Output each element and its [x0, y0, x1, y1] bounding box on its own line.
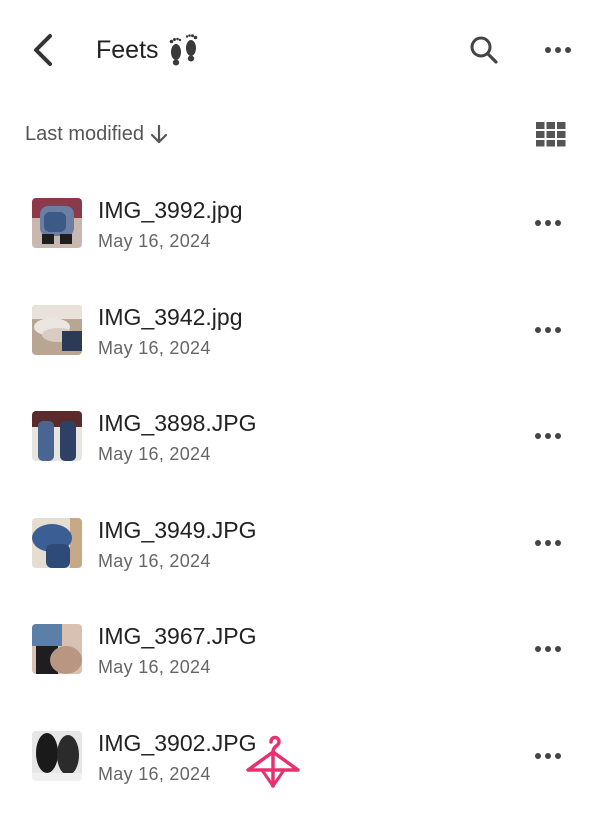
- sort-bar: Last modified: [0, 110, 600, 158]
- file-date: May 16, 2024: [98, 763, 211, 784]
- more-horizontal-icon: [535, 539, 561, 546]
- file-date: May 16, 2024: [98, 550, 211, 571]
- file-name: IMG_3992.jpg: [98, 197, 243, 223]
- grid-view-button[interactable]: [534, 120, 568, 148]
- more-horizontal-icon: [535, 433, 561, 439]
- file-thumbnail: [32, 411, 82, 461]
- more-horizontal-icon: [535, 326, 561, 333]
- file-more-button[interactable]: [530, 741, 566, 771]
- file-thumbnail: [32, 624, 82, 674]
- search-icon: [470, 36, 498, 64]
- file-thumbnail: [32, 517, 82, 568]
- file-more-button[interactable]: [530, 315, 566, 345]
- file-row[interactable]: IMG_3949.JPG May 16, 2024: [0, 490, 600, 597]
- back-button[interactable]: [26, 30, 62, 70]
- file-name: IMG_3967.JPG: [98, 623, 257, 649]
- search-button[interactable]: [466, 32, 502, 68]
- file-browser: Feets Last modified IMG_3992.jpg May 16,…: [0, 0, 600, 817]
- more-horizontal-icon: [535, 220, 561, 226]
- file-more-button[interactable]: [530, 634, 566, 664]
- arrow-down-icon: [150, 124, 168, 144]
- file-date: May 16, 2024: [98, 337, 211, 358]
- file-list: IMG_3992.jpg May 16, 2024 IMG_3942.jpg M…: [0, 170, 600, 809]
- file-more-button[interactable]: [530, 208, 566, 238]
- title-group: Feets: [96, 30, 201, 70]
- more-horizontal-icon: [545, 47, 571, 53]
- file-date: May 16, 2024: [98, 231, 211, 251]
- hanger-icon: [246, 735, 300, 788]
- file-thumbnail: [32, 198, 82, 248]
- sort-label: Last modified: [25, 122, 144, 145]
- top-bar: Feets: [0, 0, 600, 100]
- file-thumbnail: [32, 304, 82, 355]
- grid-view-icon: [536, 122, 566, 147]
- file-row[interactable]: IMG_3942.jpg May 16, 2024: [0, 277, 600, 384]
- more-horizontal-icon: [535, 752, 561, 759]
- file-date: May 16, 2024: [98, 657, 211, 677]
- file-date: May 16, 2024: [98, 444, 211, 464]
- more-horizontal-icon: [535, 646, 561, 652]
- file-row[interactable]: IMG_3992.jpg May 16, 2024: [0, 170, 600, 277]
- file-more-button[interactable]: [530, 528, 566, 558]
- file-name: IMG_3949.JPG: [98, 516, 257, 543]
- file-name: IMG_3942.jpg: [98, 303, 243, 330]
- file-row[interactable]: IMG_3898.JPG May 16, 2024: [0, 383, 600, 490]
- file-thumbnail: [32, 730, 82, 781]
- file-name: IMG_3902.JPG: [98, 729, 257, 756]
- sort-toggle[interactable]: Last modified: [25, 118, 170, 150]
- footprints-icon: [169, 34, 197, 66]
- chevron-left-icon: [34, 34, 52, 66]
- file-name: IMG_3898.JPG: [98, 410, 257, 436]
- file-more-button[interactable]: [530, 421, 566, 451]
- more-options-button[interactable]: [540, 32, 576, 68]
- page-title: Feets: [96, 35, 159, 64]
- file-row[interactable]: IMG_3967.JPG May 16, 2024: [0, 596, 600, 703]
